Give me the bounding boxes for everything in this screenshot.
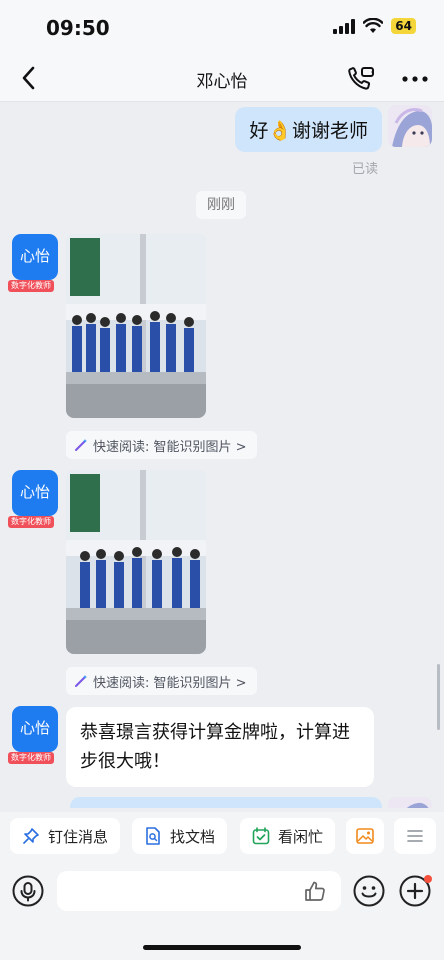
chat-title: 邓心怡 [196,72,248,92]
chip-label: 看闲忙 [278,827,324,846]
teacher-avatar[interactable]: 心怡 数字化教师 [8,470,58,528]
status-time: 09:50 [46,16,110,40]
quick-read-label: 快速阅读: 智能识别图片 > [93,439,247,455]
menu-icon [406,827,424,845]
add-attachment-button[interactable] [399,875,432,907]
message-bubble-incoming[interactable]: 恭喜璟言获得计算金牌啦，计算进步很大哦！ [66,707,374,787]
quick-read-button[interactable]: 快速阅读: 智能识别图片 > [66,431,257,459]
my-avatar[interactable] [388,105,432,147]
scrollbar[interactable] [437,664,440,730]
teacher-avatar[interactable]: 心怡 数字化教师 [8,706,58,764]
wifi-icon [363,18,384,33]
avatar-name: 心怡 [19,483,50,501]
teacher-badge: 数字化教师 [8,516,54,528]
call-button[interactable] [346,64,376,94]
teacher-badge: 数字化教师 [8,280,54,292]
magic-wand-icon [75,675,87,687]
teacher-avatar[interactable]: 心怡 数字化教师 [8,234,58,292]
more-dots-icon [402,76,428,82]
teacher-badge: 数字化教师 [8,752,54,764]
chat-header: 邓心怡 [0,56,444,102]
photo-message[interactable] [66,234,206,418]
phone-icon [348,67,374,90]
image-icon [356,827,374,845]
battery-indicator: 64 [391,18,416,34]
more-button[interactable] [400,64,430,94]
calendar-check-icon [252,827,270,845]
microphone-icon [12,875,44,907]
avatar-name: 心怡 [19,247,50,265]
message-bubble-outgoing[interactable]: 好👌谢谢老师 [235,107,382,152]
composer [0,860,444,960]
image-button[interactable] [346,818,384,854]
pin-icon [22,827,40,845]
time-divider: 刚刚 [196,191,246,219]
read-status: 已读 [351,162,378,177]
notification-dot-icon [424,875,432,883]
photo-message[interactable] [66,470,206,654]
shortcut-bar: 钉住消息 找文档 看闲忙 [0,812,444,860]
signal-icon [333,18,356,34]
thumbs-up-icon [305,881,325,901]
message-list[interactable]: 好👌谢谢老师 已读 刚刚 心怡 数字化教师 快速阅读: 智能识别图片 > 心怡 … [0,103,444,808]
status-indicators: 64 [333,18,416,34]
search-doc-icon [144,827,162,845]
chip-label: 找文档 [170,827,216,846]
chevron-left-icon [22,66,35,90]
emoji-button[interactable] [353,875,385,907]
back-button[interactable] [14,63,42,93]
my-avatar[interactable] [388,797,432,808]
avatar-name: 心怡 [19,719,50,737]
quick-read-button[interactable]: 快速阅读: 智能识别图片 > [66,667,257,695]
like-button[interactable] [299,875,331,907]
availability-button[interactable]: 看闲忙 [240,818,336,854]
status-bar: 09:50 64 [0,0,444,56]
magic-wand-icon [75,439,87,451]
more-shortcuts-button[interactable] [394,818,436,854]
message-input[interactable] [57,871,341,911]
pin-message-button[interactable]: 钉住消息 [10,818,121,854]
chip-label: 钉住消息 [48,827,109,846]
find-doc-button[interactable]: 找文档 [132,818,228,854]
quick-read-label: 快速阅读: 智能识别图片 > [93,675,247,691]
voice-button[interactable] [12,875,44,907]
message-bubble-outgoing[interactable] [70,797,382,808]
emoji-icon [353,875,385,907]
home-indicator [143,945,301,950]
